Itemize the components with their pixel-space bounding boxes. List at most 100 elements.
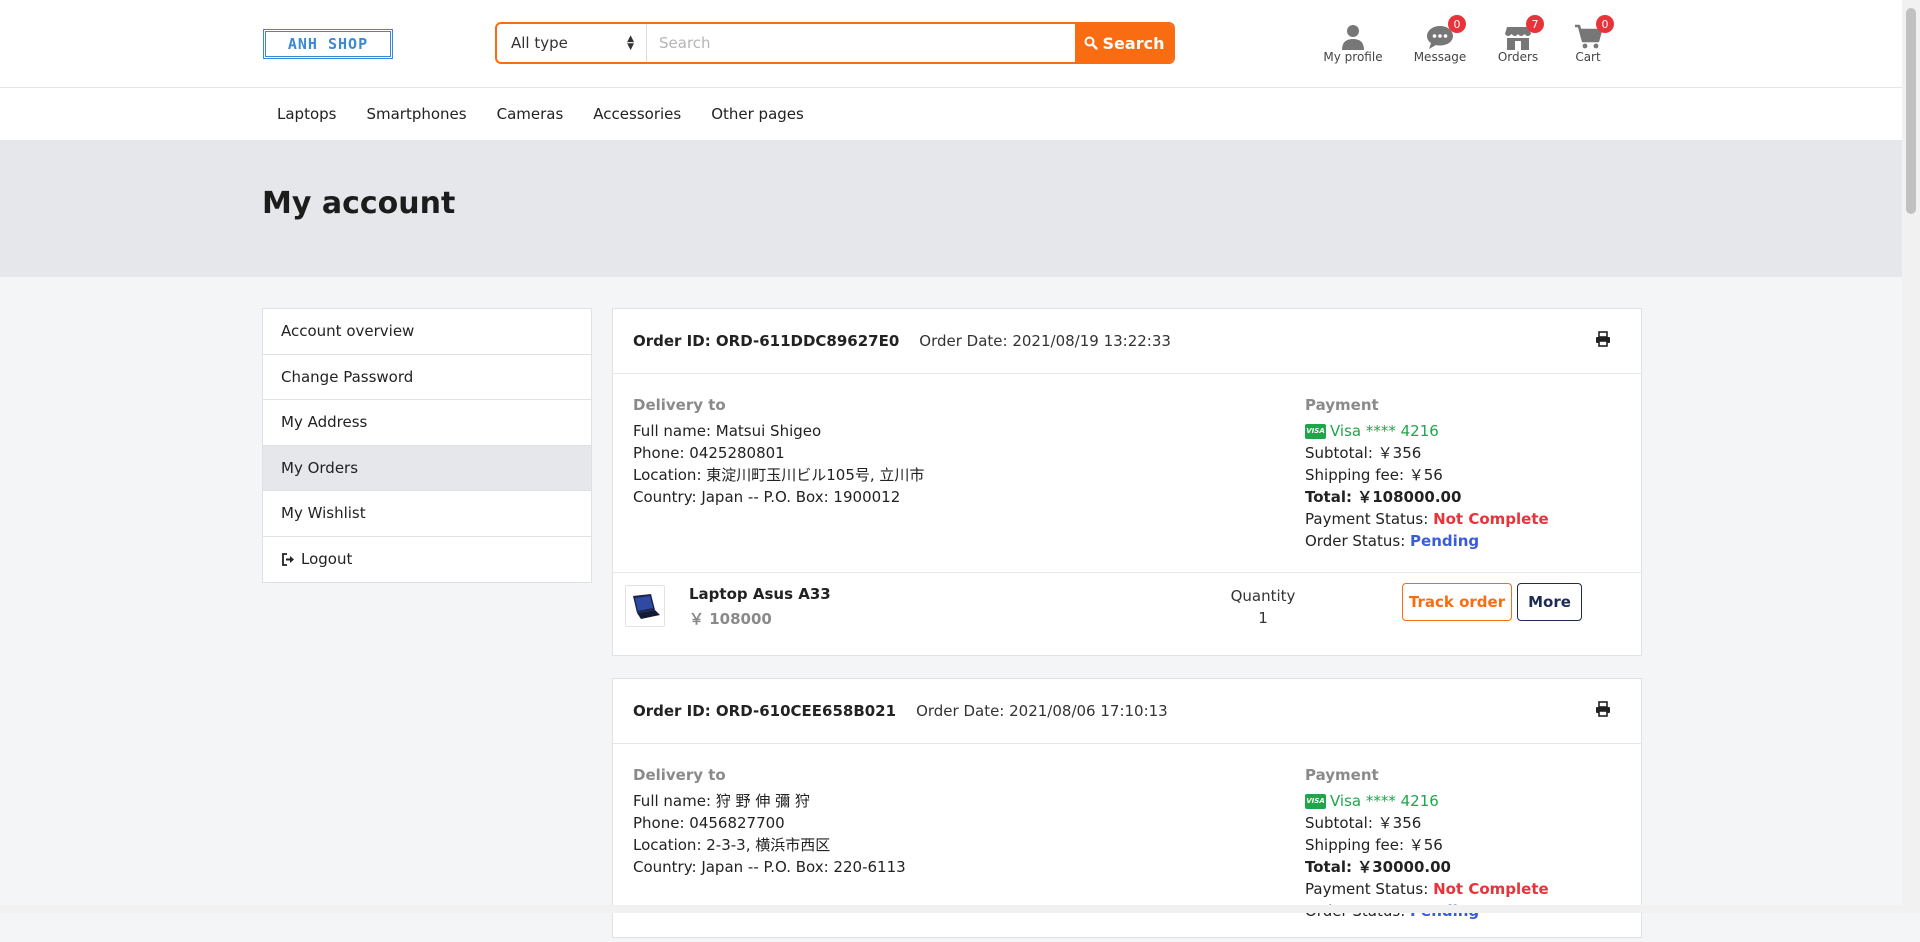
type-select-value: All type <box>511 34 568 52</box>
type-select[interactable]: All type ▲ ▼ <box>497 24 647 62</box>
scrollbar-thumb[interactable] <box>1906 8 1916 214</box>
vertical-scrollbar[interactable] <box>1902 0 1920 913</box>
search-input[interactable] <box>647 24 1075 62</box>
cart-badge: 0 <box>1596 15 1614 33</box>
shipping-fee: Shipping fee: ￥56 <box>1305 466 1443 484</box>
sidebar-item-logout[interactable]: Logout <box>263 537 591 583</box>
order-date: Order Date: 2021/08/19 13:22:33 <box>919 332 1171 350</box>
orders-button[interactable]: 7 Orders <box>1483 15 1553 64</box>
order-status: Order Status: Pending <box>1305 530 1549 552</box>
order-id: Order ID: ORD-611DDC89627E0 <box>633 332 900 350</box>
page-title: My account <box>262 186 456 221</box>
payment-status: Payment Status: Not Complete <box>1305 878 1549 900</box>
location: Location: 東淀川町玉川ビル105号, 立川市 <box>633 466 925 484</box>
orders-badge: 7 <box>1526 15 1544 33</box>
order-card: Order ID: ORD-610CEE658B021 Order Date: … <box>612 678 1642 938</box>
laptop-image <box>633 594 660 619</box>
subtotal: Subtotal: ￥356 <box>1305 814 1422 832</box>
horizontal-scrollbar[interactable] <box>0 905 1902 913</box>
full-name: Full name: 狩 野 伸 彌 狩 <box>633 792 810 810</box>
delivery-info: Delivery to Full name: 狩 野 伸 彌 狩 Phone: … <box>633 764 906 878</box>
order-status-label: Order Status: <box>1305 532 1406 550</box>
nav-other-pages[interactable]: Other pages <box>696 105 819 123</box>
message-label: Message <box>1413 50 1467 64</box>
more-button[interactable]: More <box>1517 583 1582 621</box>
card-line: VISA Visa **** 4216 <box>1305 420 1549 442</box>
header: ANH SHOP All type ▲▼ Search My profile 0… <box>0 0 1902 88</box>
my-profile-button[interactable]: My profile <box>1309 20 1397 64</box>
nav-laptops[interactable]: Laptops <box>262 105 351 123</box>
track-order-button[interactable]: Track order <box>1402 583 1512 621</box>
my-profile-label: My profile <box>1323 50 1383 64</box>
visa-icon: VISA <box>1305 423 1326 439</box>
quantity: Quantity 1 <box>1213 585 1313 629</box>
full-name: Full name: Matsui Shigeo <box>633 422 822 440</box>
location: Location: 2-3-3, 横浜市西区 <box>633 836 831 854</box>
cart-button[interactable]: 0 Cart <box>1553 15 1623 64</box>
order-item: Laptop Asus A33 ￥ 108000 Quantity 1 Trac… <box>613 573 1641 655</box>
select-arrows-icon: ▲ ▼ <box>627 34 634 52</box>
delivery-info: Delivery to Full name: Matsui Shigeo Pho… <box>633 394 924 508</box>
cart-label: Cart <box>1575 50 1601 64</box>
visa-icon: VISA <box>1305 793 1326 809</box>
payment-title: Payment <box>1305 396 1379 414</box>
header-actions: My profile 0 Message 7 Orders 0 Cart <box>1309 15 1623 64</box>
subtotal: Subtotal: ￥356 <box>1305 444 1422 462</box>
total: Total: ￥30000.00 <box>1305 858 1451 876</box>
country: Country: Japan -- P.O. Box: 220-6113 <box>633 858 906 876</box>
payment-status-label: Payment Status: <box>1305 510 1429 528</box>
search-icon <box>1084 36 1098 50</box>
payment-status: Payment Status: Not Complete <box>1305 508 1549 530</box>
nav-smartphones[interactable]: Smartphones <box>351 105 481 123</box>
country: Country: Japan -- P.O. Box: 1900012 <box>633 488 901 506</box>
product-price: ￥ 108000 <box>689 610 772 628</box>
nav-accessories[interactable]: Accessories <box>578 105 696 123</box>
order-id: Order ID: ORD-610CEE658B021 <box>633 702 897 720</box>
sidebar-item-change-password[interactable]: Change Password <box>263 355 591 400</box>
search-button[interactable]: Search <box>1075 24 1173 62</box>
shipping-fee: Shipping fee: ￥56 <box>1305 836 1443 854</box>
sidebar-item-my-wishlist[interactable]: My Wishlist <box>263 491 591 537</box>
order-header: Order ID: ORD-611DDC89627E0 Order Date: … <box>613 309 1641 374</box>
payment-info: Payment VISA Visa **** 4216 Subtotal: ￥35… <box>1305 764 1549 922</box>
user-icon <box>1342 25 1364 50</box>
order-card: Order ID: ORD-611DDC89627E0 Order Date: … <box>612 308 1642 656</box>
payment-status-value: Not Complete <box>1433 510 1549 528</box>
delivery-title: Delivery to <box>633 396 726 414</box>
order-header: Order ID: ORD-610CEE658B021 Order Date: … <box>613 679 1641 744</box>
payment-status-label: Payment Status: <box>1305 880 1429 898</box>
phone: Phone: 0425280801 <box>633 444 785 462</box>
card-number: Visa **** 4216 <box>1330 792 1439 810</box>
search-bar: All type ▲ ▼ Search <box>495 22 1175 64</box>
logout-label: Logout <box>301 550 353 569</box>
print-icon[interactable] <box>1595 701 1611 717</box>
product-thumbnail[interactable] <box>625 585 665 627</box>
product-name[interactable]: Laptop Asus A33 <box>689 585 831 603</box>
payment-title: Payment <box>1305 766 1379 784</box>
category-nav: Laptops Smartphones Cameras Accessories … <box>0 88 1902 141</box>
delivery-title: Delivery to <box>633 766 726 784</box>
quantity-value: 1 <box>1258 609 1268 627</box>
title-band: My account <box>0 141 1902 277</box>
payment-status-value: Not Complete <box>1433 880 1549 898</box>
sidebar-item-my-address[interactable]: My Address <box>263 400 591 446</box>
message-button[interactable]: 0 Message <box>1397 15 1483 64</box>
order-details: Delivery to Full name: Matsui Shigeo Pho… <box>613 374 1641 573</box>
sidebar-item-my-orders[interactable]: My Orders <box>263 445 591 491</box>
total: Total: ￥108000.00 <box>1305 488 1462 506</box>
sidebar-item-account-overview[interactable]: Account overview <box>263 309 591 355</box>
card-number: Visa **** 4216 <box>1330 422 1439 440</box>
quantity-label: Quantity <box>1230 587 1296 605</box>
nav-cameras[interactable]: Cameras <box>482 105 579 123</box>
phone: Phone: 0456827700 <box>633 814 785 832</box>
message-badge: 0 <box>1448 15 1466 33</box>
card-line: VISA Visa **** 4216 <box>1305 790 1549 812</box>
order-date: Order Date: 2021/08/06 17:10:13 <box>916 702 1168 720</box>
search-button-label: Search <box>1102 33 1165 53</box>
shop-logo[interactable]: ANH SHOP <box>263 29 393 59</box>
account-sidebar: Account overview Change Password My Addr… <box>262 308 592 583</box>
print-icon[interactable] <box>1595 331 1611 347</box>
payment-info: Payment VISA Visa **** 4216 Subtotal: ￥35… <box>1305 394 1549 552</box>
order-status-value: Pending <box>1410 532 1480 550</box>
orders-label: Orders <box>1497 50 1539 64</box>
